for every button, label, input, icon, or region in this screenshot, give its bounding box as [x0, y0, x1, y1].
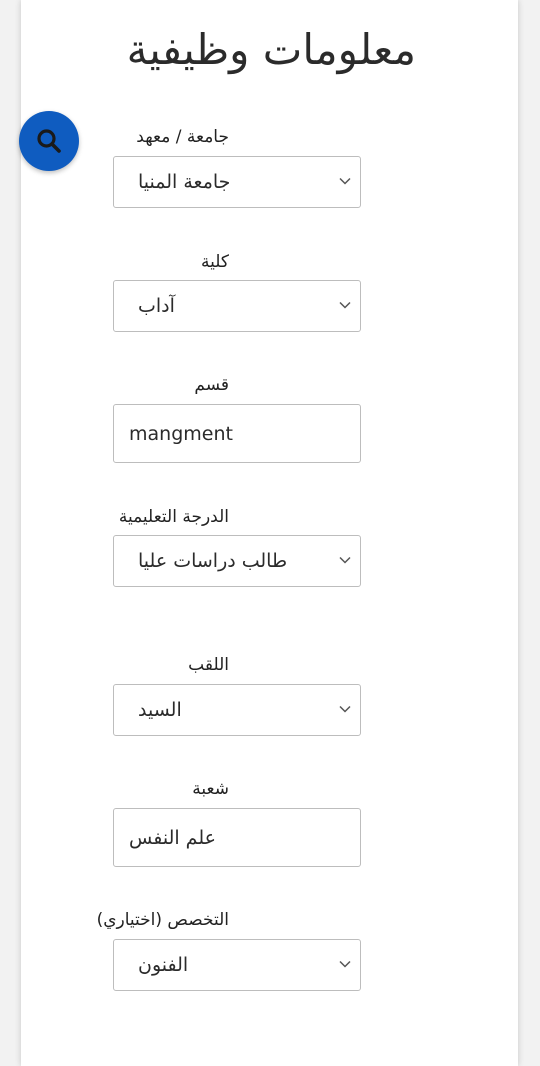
- chevron-down-icon: [339, 556, 351, 564]
- degree-label: الدرجة التعليمية: [118, 507, 229, 527]
- faculty-select-value: آداب: [138, 295, 175, 317]
- search-icon: [37, 129, 61, 153]
- chevron-down-icon: [339, 177, 351, 185]
- page-title: معلومات وظيفية: [126, 25, 416, 74]
- search-button[interactable]: [19, 111, 79, 171]
- division-input[interactable]: علم النفس: [113, 808, 361, 867]
- specialization-select[interactable]: الفنون: [113, 939, 361, 991]
- honorific-select[interactable]: السيد: [113, 684, 361, 736]
- chevron-down-icon: [339, 705, 351, 713]
- chevron-down-icon: [339, 960, 351, 968]
- university-label: جامعة / معهد: [136, 127, 229, 147]
- chevron-down-icon: [339, 301, 351, 309]
- department-input-value: mangment: [129, 422, 233, 445]
- division-label: شعبة: [192, 779, 229, 799]
- honorific-select-value: السيد: [138, 699, 182, 721]
- department-label: قسم: [194, 375, 229, 395]
- department-input[interactable]: mangment: [113, 404, 361, 463]
- honorific-label: اللقب: [188, 655, 229, 675]
- faculty-label: كلية: [201, 252, 229, 272]
- division-input-value: علم النفس: [129, 826, 216, 849]
- specialization-label: التخصص (اختياري): [96, 910, 229, 930]
- specialization-select-value: الفنون: [138, 954, 189, 976]
- degree-select[interactable]: طالب دراسات عليا: [113, 535, 361, 587]
- university-select-value: جامعة المنيا: [138, 171, 231, 193]
- degree-select-value: طالب دراسات عليا: [138, 550, 288, 572]
- university-select[interactable]: جامعة المنيا: [113, 156, 361, 208]
- faculty-select[interactable]: آداب: [113, 280, 361, 332]
